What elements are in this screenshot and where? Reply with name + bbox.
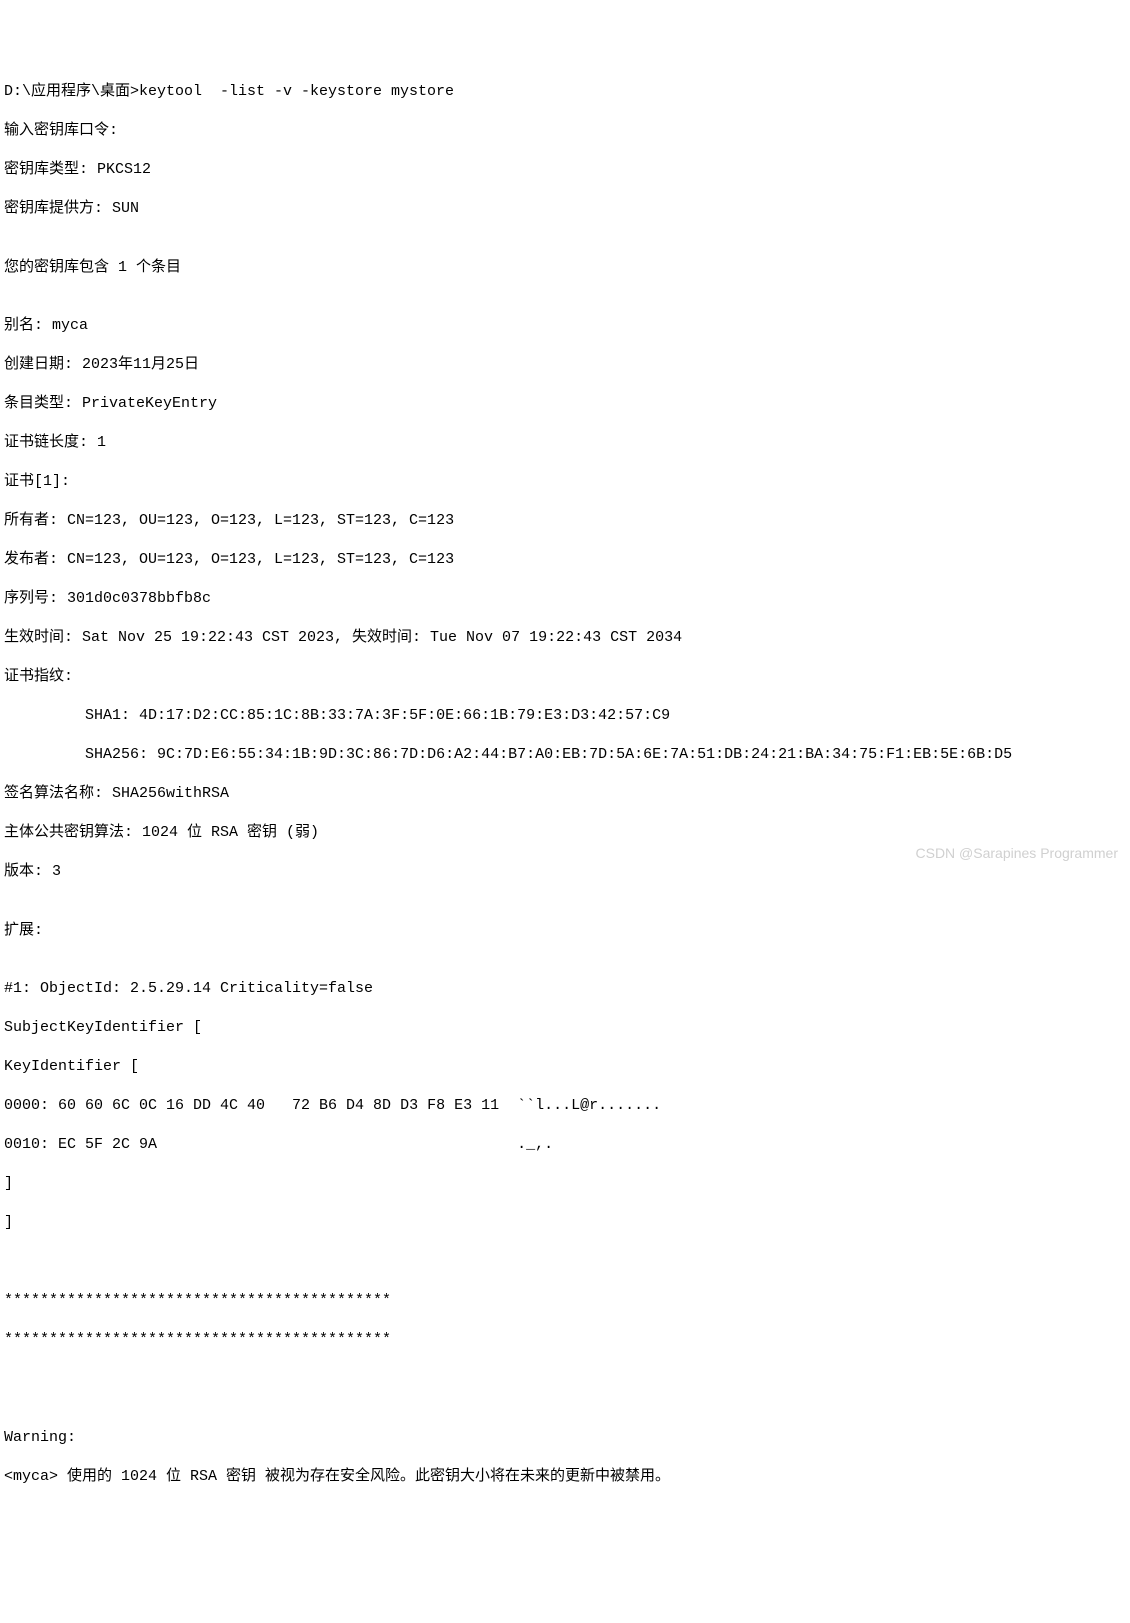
hex-dump-line: 0010: EC 5F 2C 9A ._,. xyxy=(4,1135,1126,1155)
version: 版本: 3 xyxy=(4,862,1126,882)
alias: 别名: myca xyxy=(4,316,1126,336)
ski-open: SubjectKeyIdentifier [ xyxy=(4,1018,1126,1038)
extension-header: #1: ObjectId: 2.5.29.14 Criticality=fals… xyxy=(4,979,1126,999)
password-prompt: 输入密钥库口令: xyxy=(4,121,1126,141)
keystore-provider: 密钥库提供方: SUN xyxy=(4,199,1126,219)
sha256-fingerprint: SHA256: 9C:7D:E6:55:34:1B:9D:3C:86:7D:D6… xyxy=(4,745,1126,765)
entry-count: 您的密钥库包含 1 个条目 xyxy=(4,258,1126,278)
warning-text: <myca> 使用的 1024 位 RSA 密钥 被视为存在安全风险。此密钥大小… xyxy=(4,1467,1126,1487)
bracket-close: ] xyxy=(4,1213,1126,1233)
signature-algorithm: 签名算法名称: SHA256withRSA xyxy=(4,784,1126,804)
serial: 序列号: 301d0c0378bbfb8c xyxy=(4,589,1126,609)
owner: 所有者: CN=123, OU=123, O=123, L=123, ST=12… xyxy=(4,511,1126,531)
sha1-fingerprint: SHA1: 4D:17:D2:CC:85:1C:8B:33:7A:3F:5F:0… xyxy=(4,706,1126,726)
validity: 生效时间: Sat Nov 25 19:22:43 CST 2023, 失效时间… xyxy=(4,628,1126,648)
creation-date: 创建日期: 2023年11月25日 xyxy=(4,355,1126,375)
issuer: 发布者: CN=123, OU=123, O=123, L=123, ST=12… xyxy=(4,550,1126,570)
extensions-label: 扩展: xyxy=(4,921,1126,941)
fingerprints-label: 证书指纹: xyxy=(4,667,1126,687)
entry-type: 条目类型: PrivateKeyEntry xyxy=(4,394,1126,414)
public-key-algorithm: 主体公共密钥算法: 1024 位 RSA 密钥 (弱) xyxy=(4,823,1126,843)
cert-index: 证书[1]: xyxy=(4,472,1126,492)
separator: ****************************************… xyxy=(4,1330,1126,1350)
chain-length: 证书链长度: 1 xyxy=(4,433,1126,453)
warning-label: Warning: xyxy=(4,1428,1126,1448)
keystore-type: 密钥库类型: PKCS12 xyxy=(4,160,1126,180)
watermark: CSDN @Sarapines Programmer xyxy=(916,844,1119,862)
terminal-prompt-line: D:\应用程序\桌面>keytool -list -v -keystore my… xyxy=(4,82,1126,102)
hex-dump-line: 0000: 60 60 6C 0C 16 DD 4C 40 72 B6 D4 8… xyxy=(4,1096,1126,1116)
separator: ****************************************… xyxy=(4,1291,1126,1311)
bracket-close: ] xyxy=(4,1174,1126,1194)
kid-open: KeyIdentifier [ xyxy=(4,1057,1126,1077)
